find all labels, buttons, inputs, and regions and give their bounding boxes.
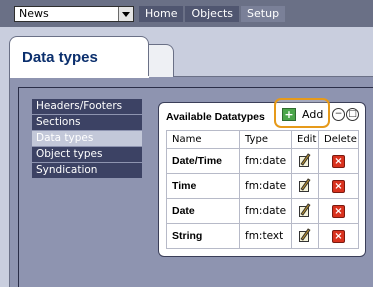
edit-icon[interactable] xyxy=(298,203,312,218)
top-nav: Home Objects Setup xyxy=(139,6,287,22)
nav-tab-objects[interactable]: Objects xyxy=(185,6,240,22)
datatype-name: Time xyxy=(166,173,240,199)
top-bar: News Home Objects Setup xyxy=(0,0,373,27)
chevron-down-icon[interactable] xyxy=(118,7,133,21)
edit-cell xyxy=(291,198,319,224)
collapse-icon[interactable]: − xyxy=(332,108,345,121)
side-menu-item-headers-footers[interactable]: Headers/Footers xyxy=(32,99,142,114)
add-button[interactable]: + Add xyxy=(282,108,323,121)
maximize-icon[interactable]: □ xyxy=(346,108,359,121)
delete-icon[interactable]: × xyxy=(332,204,345,218)
datatypes-title: Available Datatypes xyxy=(166,111,265,123)
nav-tab-home[interactable]: Home xyxy=(139,6,184,22)
datatype-name: String xyxy=(166,223,240,249)
table-row: String fm:text × xyxy=(166,223,359,249)
page-tab: Data types xyxy=(9,36,149,77)
edit-icon[interactable] xyxy=(298,228,312,243)
column-header-delete: Delete xyxy=(318,130,359,149)
datatype-type: fm:text xyxy=(239,223,292,249)
edit-cell xyxy=(291,173,319,199)
delete-icon[interactable]: × xyxy=(332,179,345,193)
nav-tab-setup[interactable]: Setup xyxy=(241,6,286,22)
delete-cell: × xyxy=(318,223,359,249)
side-menu: Headers/Footers Sections Data types Obje… xyxy=(32,99,142,179)
datatype-type: fm:date xyxy=(239,173,292,199)
table-row: Date fm:date × xyxy=(166,198,359,224)
datatype-name: Date xyxy=(166,198,240,224)
side-menu-item-syndication[interactable]: Syndication xyxy=(32,163,142,178)
tab-joint xyxy=(10,76,149,78)
delete-cell: × xyxy=(318,173,359,199)
delete-cell: × xyxy=(318,198,359,224)
side-menu-item-object-types[interactable]: Object types xyxy=(32,147,142,162)
side-menu-item-data-types[interactable]: Data types xyxy=(32,131,142,146)
column-header-edit: Edit xyxy=(291,130,319,149)
plus-icon: + xyxy=(282,108,296,121)
datatype-type: fm:date xyxy=(239,198,292,224)
page-title: Data types xyxy=(22,49,98,66)
datatype-name: Date/Time xyxy=(166,148,240,174)
table-header-row: Name Type Edit Delete xyxy=(166,130,359,149)
table-row: Date/Time fm:date × xyxy=(166,148,359,174)
delete-cell: × xyxy=(318,148,359,174)
edit-cell xyxy=(291,223,319,249)
site-select-value: News xyxy=(19,7,49,20)
table-row: Time fm:date × xyxy=(166,173,359,199)
datatypes-table: Name Type Edit Delete Date/Time fm:date … xyxy=(166,130,359,249)
edit-icon[interactable] xyxy=(298,178,312,193)
delete-icon[interactable]: × xyxy=(332,154,345,168)
edit-cell xyxy=(291,148,319,174)
side-menu-item-sections[interactable]: Sections xyxy=(32,115,142,130)
add-label: Add xyxy=(302,108,324,121)
column-header-name: Name xyxy=(166,130,240,149)
edit-icon[interactable] xyxy=(298,153,312,168)
site-select[interactable]: News xyxy=(14,6,134,22)
delete-icon[interactable]: × xyxy=(332,229,345,243)
datatype-type: fm:date xyxy=(239,148,292,174)
column-header-type: Type xyxy=(239,130,292,149)
secondary-page-tab[interactable] xyxy=(148,44,174,77)
